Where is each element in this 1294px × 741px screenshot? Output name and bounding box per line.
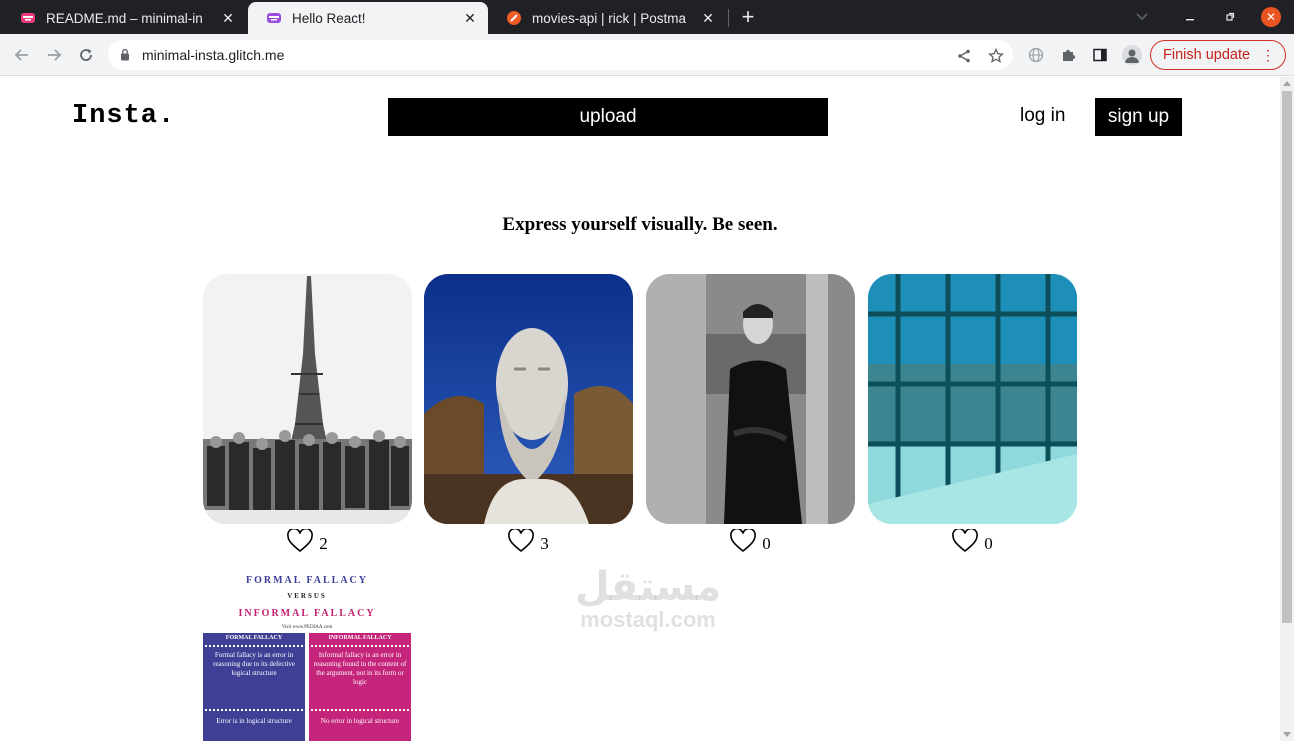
like-row: 3 xyxy=(424,528,633,554)
lock-icon xyxy=(121,48,129,61)
like-count: 2 xyxy=(319,534,328,553)
close-icon[interactable]: ✕ xyxy=(462,10,478,27)
tab-separator xyxy=(728,9,729,27)
heart-icon[interactable] xyxy=(730,529,757,553)
like-row: 0 xyxy=(868,528,1077,554)
translate-globe-icon[interactable] xyxy=(1026,45,1046,65)
infographic-post[interactable]: FORMAL FALLACY VERSUS INFORMAL FALLACY V… xyxy=(203,571,411,741)
profile-avatar-icon[interactable] xyxy=(1122,45,1142,65)
like-row: 0 xyxy=(646,528,855,554)
more-vertical-icon[interactable]: ⋮ xyxy=(1261,47,1275,63)
heart-icon[interactable] xyxy=(508,529,535,553)
url-text: minimal-insta.glitch.me xyxy=(142,47,285,63)
post-card: 0 xyxy=(646,274,855,553)
right-text: Informal fallacy is an error in reasonin… xyxy=(313,651,407,686)
postman-favicon-icon xyxy=(507,11,521,25)
side-panel-icon[interactable] xyxy=(1090,45,1110,65)
mostaql-watermark: مستقل mostaql.com xyxy=(568,567,728,633)
divider xyxy=(205,709,303,711)
signup-button[interactable]: sign up xyxy=(1095,98,1182,136)
address-bar[interactable]: minimal-insta.glitch.me xyxy=(108,40,1013,70)
bookmark-star-icon[interactable] xyxy=(986,46,1006,66)
like-count: 0 xyxy=(762,534,771,553)
scroll-down-arrow-icon[interactable] xyxy=(1283,732,1291,737)
close-icon[interactable]: ✕ xyxy=(220,10,236,27)
tab-title: README.md – minimal-in xyxy=(46,10,203,26)
vertical-scrollbar[interactable] xyxy=(1280,77,1294,741)
share-icon[interactable] xyxy=(954,46,974,66)
infographic-subtitle: INFORMAL FALLACY xyxy=(238,608,376,619)
post-card: 3 xyxy=(424,274,633,553)
window-close-icon[interactable]: ✕ xyxy=(1261,7,1281,27)
window-city-view-photo[interactable] xyxy=(868,274,1077,524)
tab-title: Hello React! xyxy=(292,10,366,26)
tab-hello-react[interactable]: Hello React! ✕ xyxy=(248,2,488,34)
browser-toolbar: minimal-insta.glitch.me Finish update ⋮ xyxy=(0,34,1294,76)
like-count: 0 xyxy=(984,534,993,553)
heart-icon[interactable] xyxy=(952,529,979,553)
tagline: Express yourself visually. Be seen. xyxy=(502,214,778,235)
site-logo[interactable]: Insta. xyxy=(72,101,175,131)
tab-title: movies-api | rick | Postma xyxy=(532,10,687,26)
scrollbar-thumb[interactable] xyxy=(1282,91,1292,623)
left-text: Formal fallacy is an error in reasoning … xyxy=(212,651,296,677)
infographic-title: FORMAL FALLACY xyxy=(246,575,368,586)
tab-search-icon[interactable] xyxy=(1132,0,1152,34)
new-tab-button[interactable]: + xyxy=(737,4,759,30)
finish-update-button[interactable]: Finish update ⋮ xyxy=(1150,40,1286,70)
extensions-puzzle-icon[interactable] xyxy=(1058,45,1078,65)
divider xyxy=(311,645,409,647)
right-footer: No error in logical structure xyxy=(320,717,400,725)
divider xyxy=(311,709,409,711)
tab-readme[interactable]: README.md – minimal-in ✕ xyxy=(2,2,246,34)
glitch-favicon-icon xyxy=(267,13,281,23)
like-count: 3 xyxy=(540,534,549,553)
infographic-versus: VERSUS xyxy=(287,592,327,600)
scroll-up-arrow-icon[interactable] xyxy=(1283,81,1291,86)
divider xyxy=(205,645,303,647)
man-portrait-photo[interactable] xyxy=(646,274,855,524)
eiffel-tower-photo[interactable] xyxy=(203,274,412,524)
close-icon[interactable]: ✕ xyxy=(700,10,716,27)
page-content: Insta. upload log in sign up Express you… xyxy=(0,77,1280,741)
infographic-right-column: INFORMAL FALLACY Informal fallacy is an … xyxy=(309,633,411,741)
post-card: 0 xyxy=(868,274,1077,553)
heart-icon[interactable] xyxy=(287,529,314,553)
infographic-source: Visit www.PEDIAA.com xyxy=(281,625,333,630)
left-footer: Error is in logical structure xyxy=(216,717,292,725)
reload-icon[interactable] xyxy=(74,43,98,67)
restore-icon[interactable] xyxy=(1220,0,1240,34)
right-heading: INFORMAL FALLACY xyxy=(328,635,392,641)
left-heading: FORMAL FALLACY xyxy=(225,635,283,641)
tab-postman[interactable]: movies-api | rick | Postma ✕ xyxy=(488,2,726,34)
infographic-left-column: FORMAL FALLACY Formal fallacy is an erro… xyxy=(203,633,305,741)
upload-button[interactable]: upload xyxy=(388,98,828,136)
forward-arrow-icon[interactable] xyxy=(42,43,66,67)
login-link[interactable]: log in xyxy=(1020,105,1065,127)
glitch-favicon-icon xyxy=(21,13,35,23)
watermark-latin: mostaql.com xyxy=(580,607,716,632)
back-arrow-icon[interactable] xyxy=(10,43,34,67)
minimize-icon[interactable] xyxy=(1180,0,1200,34)
finish-update-label: Finish update xyxy=(1163,47,1251,63)
post-card: 2 xyxy=(203,274,412,553)
like-row: 2 xyxy=(203,528,412,554)
browser-tab-strip: README.md – minimal-in ✕ Hello React! ✕ … xyxy=(0,0,1294,34)
watermark-arabic: مستقل xyxy=(574,564,722,610)
statue-bust-photo[interactable] xyxy=(424,274,633,524)
